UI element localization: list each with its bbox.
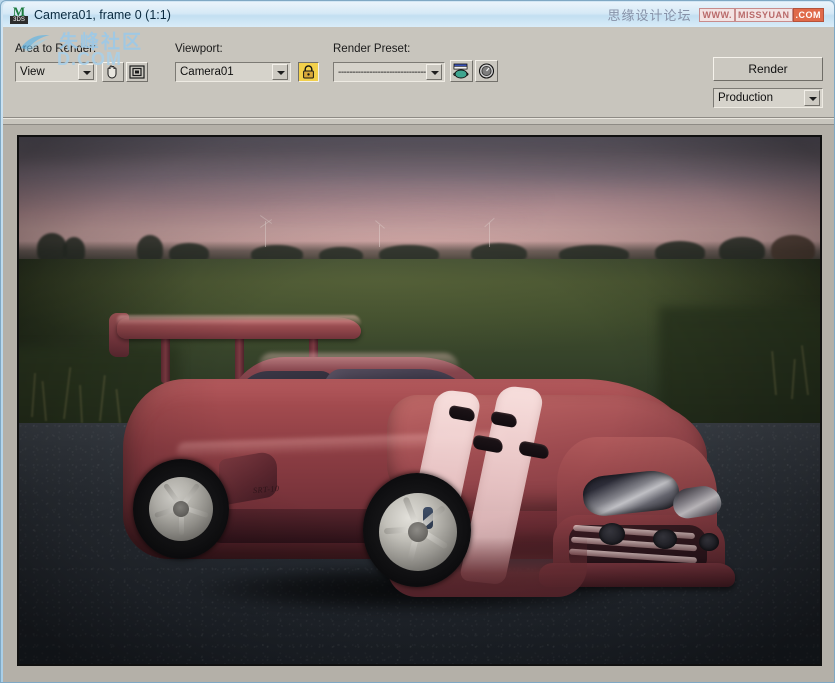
canvas-bottom-strip: [3, 668, 834, 682]
render-toolbar: Area to Render: View Viewport: Camera01: [3, 27, 834, 125]
window-title: Camera01, frame 0 (1:1): [34, 8, 171, 22]
viewport-select[interactable]: Camera01: [175, 62, 291, 82]
fog-light: [599, 523, 625, 545]
rear-rim: [149, 477, 213, 541]
render-region-icon: [128, 64, 146, 80]
teapot-preview-icon: [452, 62, 471, 80]
image-canvas-area[interactable]: SRT-10: [3, 125, 834, 682]
area-to-render-select[interactable]: View: [15, 62, 97, 82]
wind-turbine: [489, 223, 490, 247]
render-setup-gauge-icon: [477, 62, 496, 80]
rendered-image-frame[interactable]: SRT-10: [17, 135, 822, 666]
chevron-down-icon[interactable]: [78, 64, 94, 80]
viewport-value: Camera01: [180, 66, 272, 78]
watermark-domain-tld: .COM: [793, 8, 825, 22]
area-to-render-label: Area to Render:: [15, 43, 96, 55]
wind-turbine: [265, 221, 266, 247]
render-preset-label: Render Preset:: [333, 43, 410, 55]
chevron-down-icon[interactable]: [804, 90, 820, 106]
rear-wheel: [133, 459, 229, 559]
watermark-domain-name: MISSYUAN: [735, 8, 793, 22]
area-to-render-value: View: [20, 66, 78, 78]
rendered-image: SRT-10: [19, 137, 820, 664]
fog-light: [653, 529, 677, 549]
render-mode-value: Production: [718, 92, 804, 104]
watermark-domain-logo: WWW.MISSYUAN.COM: [699, 8, 824, 22]
rear-wing-highlight: [117, 315, 361, 325]
pan-hand-button[interactable]: [102, 62, 124, 82]
pan-hand-icon: [104, 64, 122, 80]
app-icon-sub: 3DS: [10, 16, 28, 24]
rim-hub: [408, 522, 428, 542]
front-rim: [379, 493, 457, 571]
viewport-lock-button[interactable]: [298, 62, 319, 82]
viewport-label: Viewport:: [175, 43, 223, 55]
front-wheel: [363, 473, 471, 587]
teapot-preview-button[interactable]: [450, 60, 473, 82]
3dsmax-app-icon: M 3DS: [10, 6, 28, 24]
render-preset-select[interactable]: --------------------------------: [333, 62, 445, 82]
render-mode-select[interactable]: Production: [713, 88, 823, 108]
rim-hub: [173, 501, 189, 517]
render-region-button[interactable]: [126, 62, 148, 82]
render-setup-button[interactable]: [475, 60, 498, 82]
render-preset-value: --------------------------------: [338, 67, 426, 78]
render-frame-window: M 3DS Camera01, frame 0 (1:1) 思缘设计论坛 WWW…: [0, 0, 835, 683]
titlebar: M 3DS Camera01, frame 0 (1:1) 思缘设计论坛 WWW…: [3, 2, 834, 27]
chevron-down-icon[interactable]: [426, 64, 442, 80]
fog-light: [699, 533, 719, 551]
chevron-down-icon[interactable]: [272, 64, 288, 80]
lock-icon: [302, 65, 315, 79]
toolbar-separator: [3, 117, 834, 119]
render-button[interactable]: Render: [713, 57, 823, 81]
rendered-car: SRT-10: [87, 287, 727, 617]
watermark-forum-name: 思缘设计论坛: [607, 5, 691, 24]
wind-turbine: [379, 225, 380, 247]
watermark-domain-www: WWW.: [699, 8, 735, 22]
